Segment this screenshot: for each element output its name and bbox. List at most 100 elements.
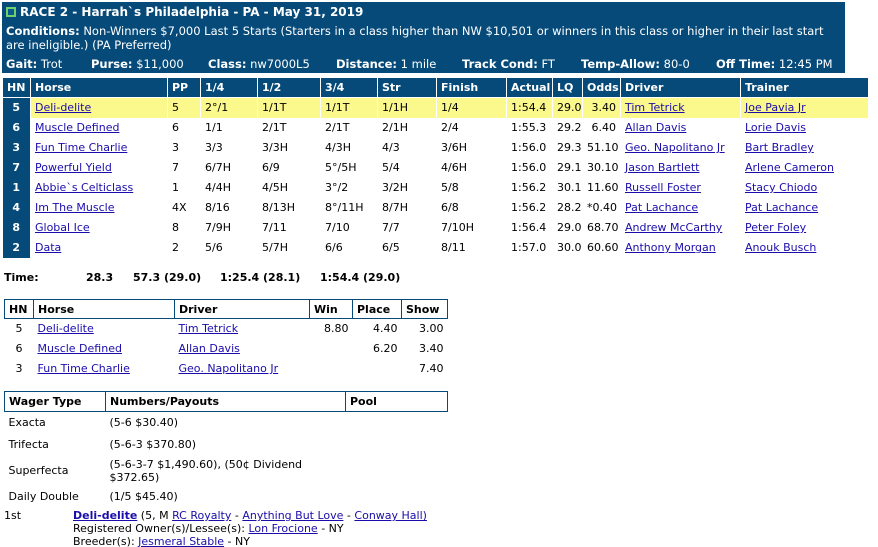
- dam-link[interactable]: Anything But Love: [242, 509, 343, 522]
- driver-cell: Geo. Napolitano Jr: [620, 137, 741, 158]
- horse-link[interactable]: Muscle Defined: [35, 121, 119, 134]
- horse-link[interactable]: Im The Muscle: [35, 201, 114, 214]
- half-cell: 1/1T: [257, 97, 321, 118]
- hn-cell: 5: [2, 97, 31, 118]
- col-lq: LQ: [552, 77, 583, 98]
- half-cell: 6/9: [257, 157, 321, 178]
- driver-link[interactable]: Jason Bartlett: [625, 161, 700, 174]
- winner-pedigree: Deli-delite (5, M RC Royalty - Anything …: [73, 509, 427, 522]
- payout-place-cell: 4.40: [373, 322, 398, 336]
- result-row: 6 Muscle Defined 6 1/1 2/1T 2/1T 2/1H 2/4 1:55.3…: [2, 117, 869, 138]
- three-quarter-cell: 4/3H: [320, 137, 378, 158]
- driver-link[interactable]: Russell Foster: [625, 181, 701, 194]
- trainer-link[interactable]: Joe Pavia Jr: [745, 101, 806, 114]
- winner-horse-link[interactable]: Deli-delite: [73, 509, 137, 522]
- half-cell: 4/5H: [257, 177, 321, 198]
- payout-win-cell: [310, 339, 353, 359]
- damsire-link[interactable]: Conway Hall): [354, 509, 427, 522]
- quarter-cell: 6/7H: [200, 157, 258, 178]
- trainer-link[interactable]: Stacy Chiodo: [745, 181, 817, 194]
- stretch-cell: 3/2H: [377, 177, 437, 198]
- horse-cell: Abbie`s Celticlass: [30, 177, 168, 198]
- trainer-link[interactable]: Peter Foley: [745, 221, 806, 234]
- payout-hn-cell: 6: [15, 342, 23, 355]
- pp-cell: 2: [167, 237, 201, 258]
- last-quarter-cell: 29.1: [552, 157, 583, 178]
- trainer-link[interactable]: Anouk Busch: [745, 241, 816, 254]
- driver-cell: Tim Tetrick: [620, 97, 741, 118]
- payout-place-cell: 6.20: [373, 342, 398, 355]
- horse-link[interactable]: Powerful Yield: [35, 161, 112, 174]
- horse-cell: Data: [30, 237, 168, 258]
- driver-cell: Pat Lachance: [620, 197, 741, 218]
- half-cell: 3/3H: [257, 137, 321, 158]
- trainer-link[interactable]: Pat Lachance: [745, 201, 818, 214]
- trainer-link[interactable]: Bart Bradley: [745, 141, 814, 154]
- finish-cell: 4/6H: [436, 157, 507, 178]
- last-quarter-cell: 29.0: [552, 217, 583, 238]
- horse-link[interactable]: Global Ice: [35, 221, 90, 234]
- driver-link[interactable]: Pat Lachance: [625, 201, 698, 214]
- winner-place: 1st: [4, 509, 22, 522]
- three-quarter-cell: 7/10: [320, 217, 378, 238]
- trainer-cell: Anouk Busch: [740, 237, 869, 258]
- result-row: 1 Abbie`s Celticlass 1 4/4H 4/5H 3°/2 3/2H 5/8 1…: [2, 177, 869, 198]
- driver-link[interactable]: Allan Davis: [625, 121, 686, 134]
- driver-link[interactable]: Geo. Napolitano Jr: [625, 141, 725, 154]
- stretch-cell: 1/1H: [377, 97, 437, 118]
- payout-driver-link[interactable]: Geo. Napolitano Jr: [179, 362, 279, 375]
- driver-link[interactable]: Andrew McCarthy: [625, 221, 722, 234]
- wagers-table: Wager Type Numbers/Payouts Pool Exacta (5…: [4, 391, 448, 508]
- actual-time-cell: 1:55.3: [506, 117, 553, 138]
- payout-driver-link[interactable]: Allan Davis: [179, 342, 240, 355]
- col-odds: Odds: [582, 77, 621, 98]
- wager-payout-cell: (5-6-3 $370.80): [109, 438, 197, 451]
- quarter-cell: 8/16: [200, 197, 258, 218]
- last-quarter-cell: 30.1: [552, 177, 583, 198]
- driver-cell: Andrew McCarthy: [620, 217, 741, 238]
- hn-cell: 4: [2, 197, 31, 218]
- hn-cell: 1: [2, 177, 31, 198]
- wager-col-pool: Pool: [345, 391, 448, 412]
- owner-link[interactable]: Lon Frocione: [248, 522, 317, 535]
- breeder-link[interactable]: Jesmeral Stable: [138, 535, 224, 547]
- trainer-cell: Arlene Cameron: [740, 157, 869, 178]
- horse-link[interactable]: Fun Time Charlie: [35, 141, 127, 154]
- driver-link[interactable]: Tim Tetrick: [625, 101, 685, 114]
- payout-horse-cell: Muscle Defined: [34, 339, 175, 359]
- trainer-link[interactable]: Arlene Cameron: [745, 161, 834, 174]
- result-row: 7 Powerful Yield 7 6/7H 6/9 5°/5H 5/4 4/6H 1:56.…: [2, 157, 869, 178]
- payout-win-cell: [310, 359, 353, 379]
- payout-horse-link[interactable]: Deli-delite: [38, 322, 94, 335]
- trainer-cell: Joe Pavia Jr: [740, 97, 869, 118]
- payout-horse-link[interactable]: Fun Time Charlie: [38, 362, 130, 375]
- wager-type-cell: Superfecta: [8, 464, 69, 477]
- payout-horse-link[interactable]: Muscle Defined: [38, 342, 122, 355]
- payout-driver-cell: Tim Tetrick: [175, 319, 310, 339]
- odds-cell: 30.10: [582, 157, 621, 178]
- payout-driver-link[interactable]: Tim Tetrick: [179, 322, 239, 335]
- wager-col-type: Wager Type: [4, 391, 106, 412]
- driver-cell: Russell Foster: [620, 177, 741, 198]
- odds-cell: 60.60: [582, 237, 621, 258]
- wager-payout-cell: (1/5 $45.40): [109, 490, 178, 503]
- wager-col-payouts: Numbers/Payouts: [105, 391, 346, 412]
- actual-time-cell: 1:56.4: [506, 217, 553, 238]
- actual-time-cell: 1:56.2: [506, 197, 553, 218]
- horse-link[interactable]: Data: [35, 241, 61, 254]
- sire-link[interactable]: RC Royalty: [172, 509, 231, 522]
- trainer-link[interactable]: Lorie Davis: [745, 121, 806, 134]
- three-quarter-cell: 8°/11H: [320, 197, 378, 218]
- wager-payout-cell: (5-6-3-7 $1,490.60), (50¢ Dividend $372.…: [109, 457, 303, 484]
- pp-cell: 7: [167, 157, 201, 178]
- half-cell: 8/13H: [257, 197, 321, 218]
- stretch-cell: 7/7: [377, 217, 437, 238]
- wager-row: Exacta (5-6 $30.40): [5, 412, 448, 434]
- driver-link[interactable]: Anthony Morgan: [625, 241, 716, 254]
- trainer-cell: Pat Lachance: [740, 197, 869, 218]
- checkbox-icon: [6, 7, 16, 17]
- col-three-quarter: 3/4: [320, 77, 378, 98]
- payout-place-cell: [353, 359, 402, 379]
- horse-link[interactable]: Abbie`s Celticlass: [35, 181, 133, 194]
- horse-link[interactable]: Deli-delite: [35, 101, 91, 114]
